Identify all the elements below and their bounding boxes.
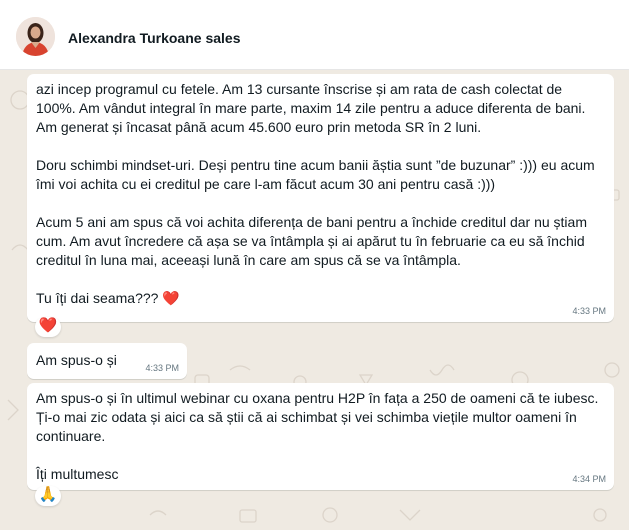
contact-name[interactable]: Alexandra Turkoane sales — [68, 30, 240, 46]
message-timestamp: 4:33 PM — [572, 306, 606, 316]
contact-avatar[interactable] — [16, 17, 55, 56]
message-bubble[interactable]: azi incep programul cu fetele. Am 13 cur… — [27, 74, 614, 322]
profile-photo-icon — [16, 17, 55, 56]
folded-hands-reaction-icon[interactable]: 🙏 — [35, 486, 61, 506]
message-text: azi incep programul cu fetele. Am 13 cur… — [36, 81, 595, 306]
message-timestamp: 4:33 PM — [145, 363, 179, 373]
message-bubble[interactable]: Am spus-o și 4:33 PM — [27, 343, 187, 379]
message-bubble[interactable]: Am spus-o și în ultimul webinar cu oxana… — [27, 383, 614, 490]
chat-header: Alexandra Turkoane sales — [0, 0, 629, 70]
chat-area[interactable]: azi incep programul cu fetele. Am 13 cur… — [0, 70, 629, 530]
message-timestamp: 4:34 PM — [572, 474, 606, 484]
heart-reaction-icon[interactable]: ❤️ — [35, 317, 61, 337]
message-text: Am spus-o și în ultimul webinar cu oxana… — [36, 390, 599, 482]
